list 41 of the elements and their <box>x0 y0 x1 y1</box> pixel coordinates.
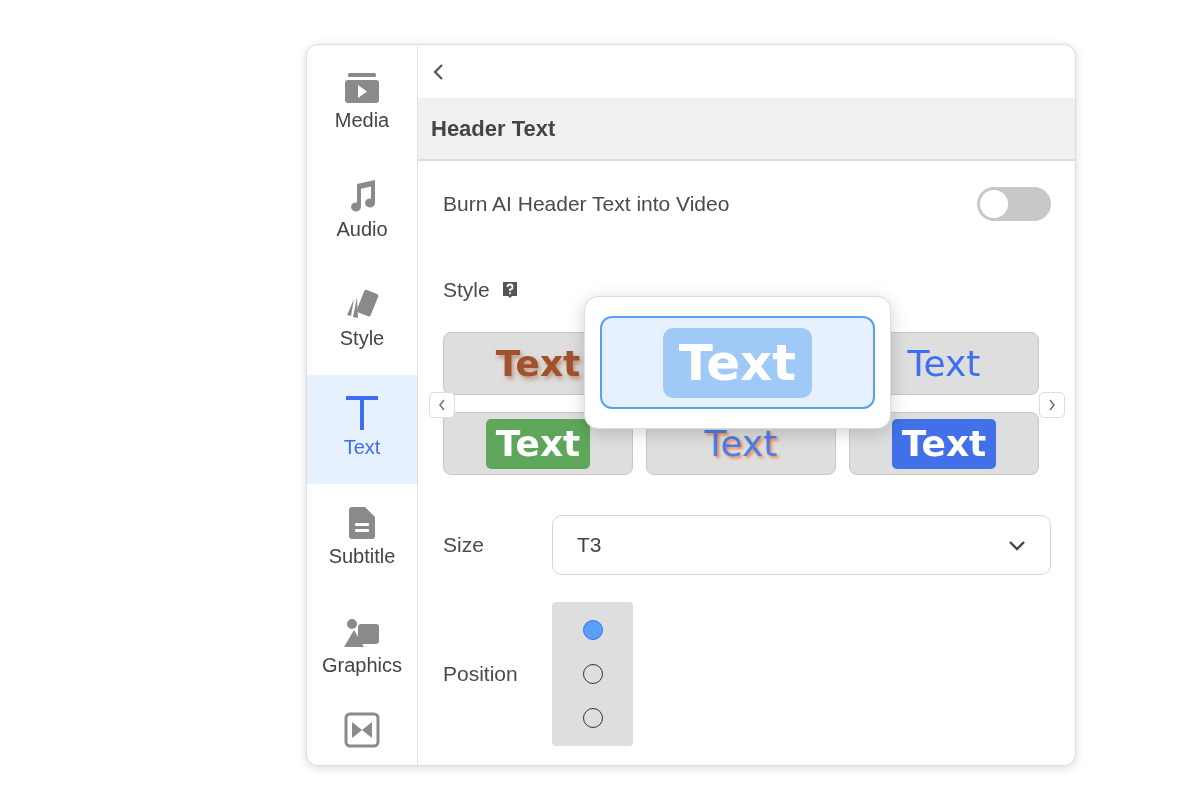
chevron-left-icon <box>432 62 444 81</box>
style-sample-text: Text <box>907 345 981 382</box>
sidebar-label: Graphics <box>322 654 402 677</box>
sidebar-item[interactable]: Subtitle <box>307 484 417 593</box>
chevron-right-icon <box>1048 399 1056 411</box>
position-label: Position <box>443 662 519 686</box>
help-icon[interactable] <box>501 281 518 299</box>
shapes-icon <box>344 618 380 648</box>
size-label: Size <box>443 533 485 557</box>
previous-button[interactable] <box>429 392 455 418</box>
size-dropdown[interactable]: T3 <box>552 515 1051 575</box>
chevron-left-icon <box>438 399 446 411</box>
style-sample-text: Text <box>495 345 581 382</box>
sidebar-item[interactable]: Graphics <box>307 593 417 702</box>
style-option[interactable]: Text <box>849 412 1039 475</box>
sidebar-label: Audio <box>336 218 388 241</box>
sidebar-item[interactable]: Text <box>307 375 417 484</box>
toggle-label: Burn AI Header Text into Video <box>443 192 730 216</box>
swatch-cards-icon <box>345 289 379 321</box>
style-sample-text: Text <box>662 327 813 398</box>
document-icon <box>349 507 375 539</box>
section-title: Header Text <box>431 115 556 142</box>
chevron-down-icon <box>1008 539 1026 551</box>
video-icon <box>344 73 380 103</box>
style-sample-text: Text <box>485 418 591 469</box>
text-t-icon <box>344 394 380 430</box>
style-sample-text: Text <box>704 425 778 462</box>
sidebar-item[interactable]: Media <box>307 48 417 157</box>
next-button[interactable] <box>1039 392 1065 418</box>
sidebar-label: Style <box>339 327 385 350</box>
sidebar-label: Media <box>334 109 390 132</box>
sidebar-label: Text <box>343 436 381 459</box>
sidebar-item[interactable]: Style <box>307 266 417 375</box>
transition-icon <box>344 712 380 748</box>
style-label: Style <box>443 278 490 302</box>
sidebar-label: Subtitle <box>328 545 396 568</box>
style-sample-text: Text <box>891 418 997 469</box>
sidebar-item[interactable]: Audio <box>307 157 417 266</box>
toggle-switch[interactable] <box>977 187 1051 221</box>
radio-button[interactable] <box>582 620 603 640</box>
style-option[interactable]: Text <box>443 412 633 475</box>
